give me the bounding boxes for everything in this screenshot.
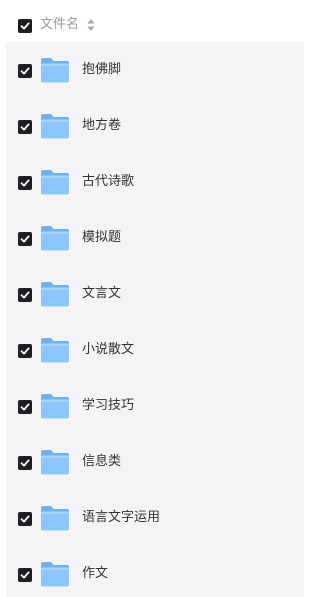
folder-icon <box>41 114 69 139</box>
file-row[interactable]: 信息类 <box>6 434 304 490</box>
column-header-filename[interactable]: 文件名 <box>40 16 79 34</box>
sort-updown-icon[interactable] <box>87 18 95 32</box>
file-list-header: 文件名 <box>0 0 304 44</box>
file-row[interactable]: 地方卷 <box>6 98 304 154</box>
checkmark-icon <box>20 515 30 523</box>
file-row[interactable]: 学习技巧 <box>6 378 304 434</box>
row-checkbox[interactable] <box>18 456 32 470</box>
checkmark-icon <box>20 67 30 75</box>
file-name[interactable]: 学习技巧 <box>82 397 134 415</box>
folder-icon <box>41 562 69 587</box>
row-checkbox[interactable] <box>18 288 32 302</box>
checkmark-icon <box>20 22 30 30</box>
checkmark-icon <box>20 571 30 579</box>
checkmark-icon <box>20 347 30 355</box>
file-row[interactable]: 古代诗歌 <box>6 154 304 210</box>
file-name[interactable]: 信息类 <box>82 453 121 471</box>
checkmark-icon <box>20 459 30 467</box>
folder-icon <box>41 450 69 475</box>
file-name[interactable]: 地方卷 <box>82 117 121 135</box>
file-row[interactable]: 抱佛脚 <box>6 42 304 98</box>
checkmark-icon <box>20 235 30 243</box>
checkmark-icon <box>20 179 30 187</box>
row-checkbox[interactable] <box>18 120 32 134</box>
folder-icon <box>41 170 69 195</box>
row-checkbox[interactable] <box>18 176 32 190</box>
folder-icon <box>41 506 69 531</box>
checkmark-icon <box>20 291 30 299</box>
checkmark-icon <box>20 123 30 131</box>
row-checkbox[interactable] <box>18 568 32 582</box>
file-row[interactable]: 小说散文 <box>6 322 304 378</box>
file-row[interactable]: 作文 <box>6 546 304 597</box>
row-checkbox[interactable] <box>18 64 32 78</box>
file-row[interactable]: 模拟题 <box>6 210 304 266</box>
file-name[interactable]: 模拟题 <box>82 229 121 247</box>
row-checkbox[interactable] <box>18 512 32 526</box>
folder-icon <box>41 338 69 363</box>
folder-icon <box>41 58 69 83</box>
file-name[interactable]: 作文 <box>82 565 108 583</box>
file-row[interactable]: 语言文字运用 <box>6 490 304 546</box>
file-name[interactable]: 古代诗歌 <box>82 173 134 191</box>
file-list: 抱佛脚 地方卷 古代诗歌 模拟题 文言文 小说散文 学习技巧 信息类 语言文字运… <box>6 42 304 597</box>
folder-icon <box>41 394 69 419</box>
folder-icon <box>41 226 69 251</box>
file-name[interactable]: 文言文 <box>82 285 121 303</box>
row-checkbox[interactable] <box>18 232 32 246</box>
row-checkbox[interactable] <box>18 400 32 414</box>
file-name[interactable]: 语言文字运用 <box>82 509 160 527</box>
checkmark-icon <box>20 403 30 411</box>
file-name[interactable]: 小说散文 <box>82 341 134 359</box>
file-row[interactable]: 文言文 <box>6 266 304 322</box>
file-name[interactable]: 抱佛脚 <box>82 61 121 79</box>
select-all-checkbox[interactable] <box>18 19 32 33</box>
folder-icon <box>41 282 69 307</box>
row-checkbox[interactable] <box>18 344 32 358</box>
